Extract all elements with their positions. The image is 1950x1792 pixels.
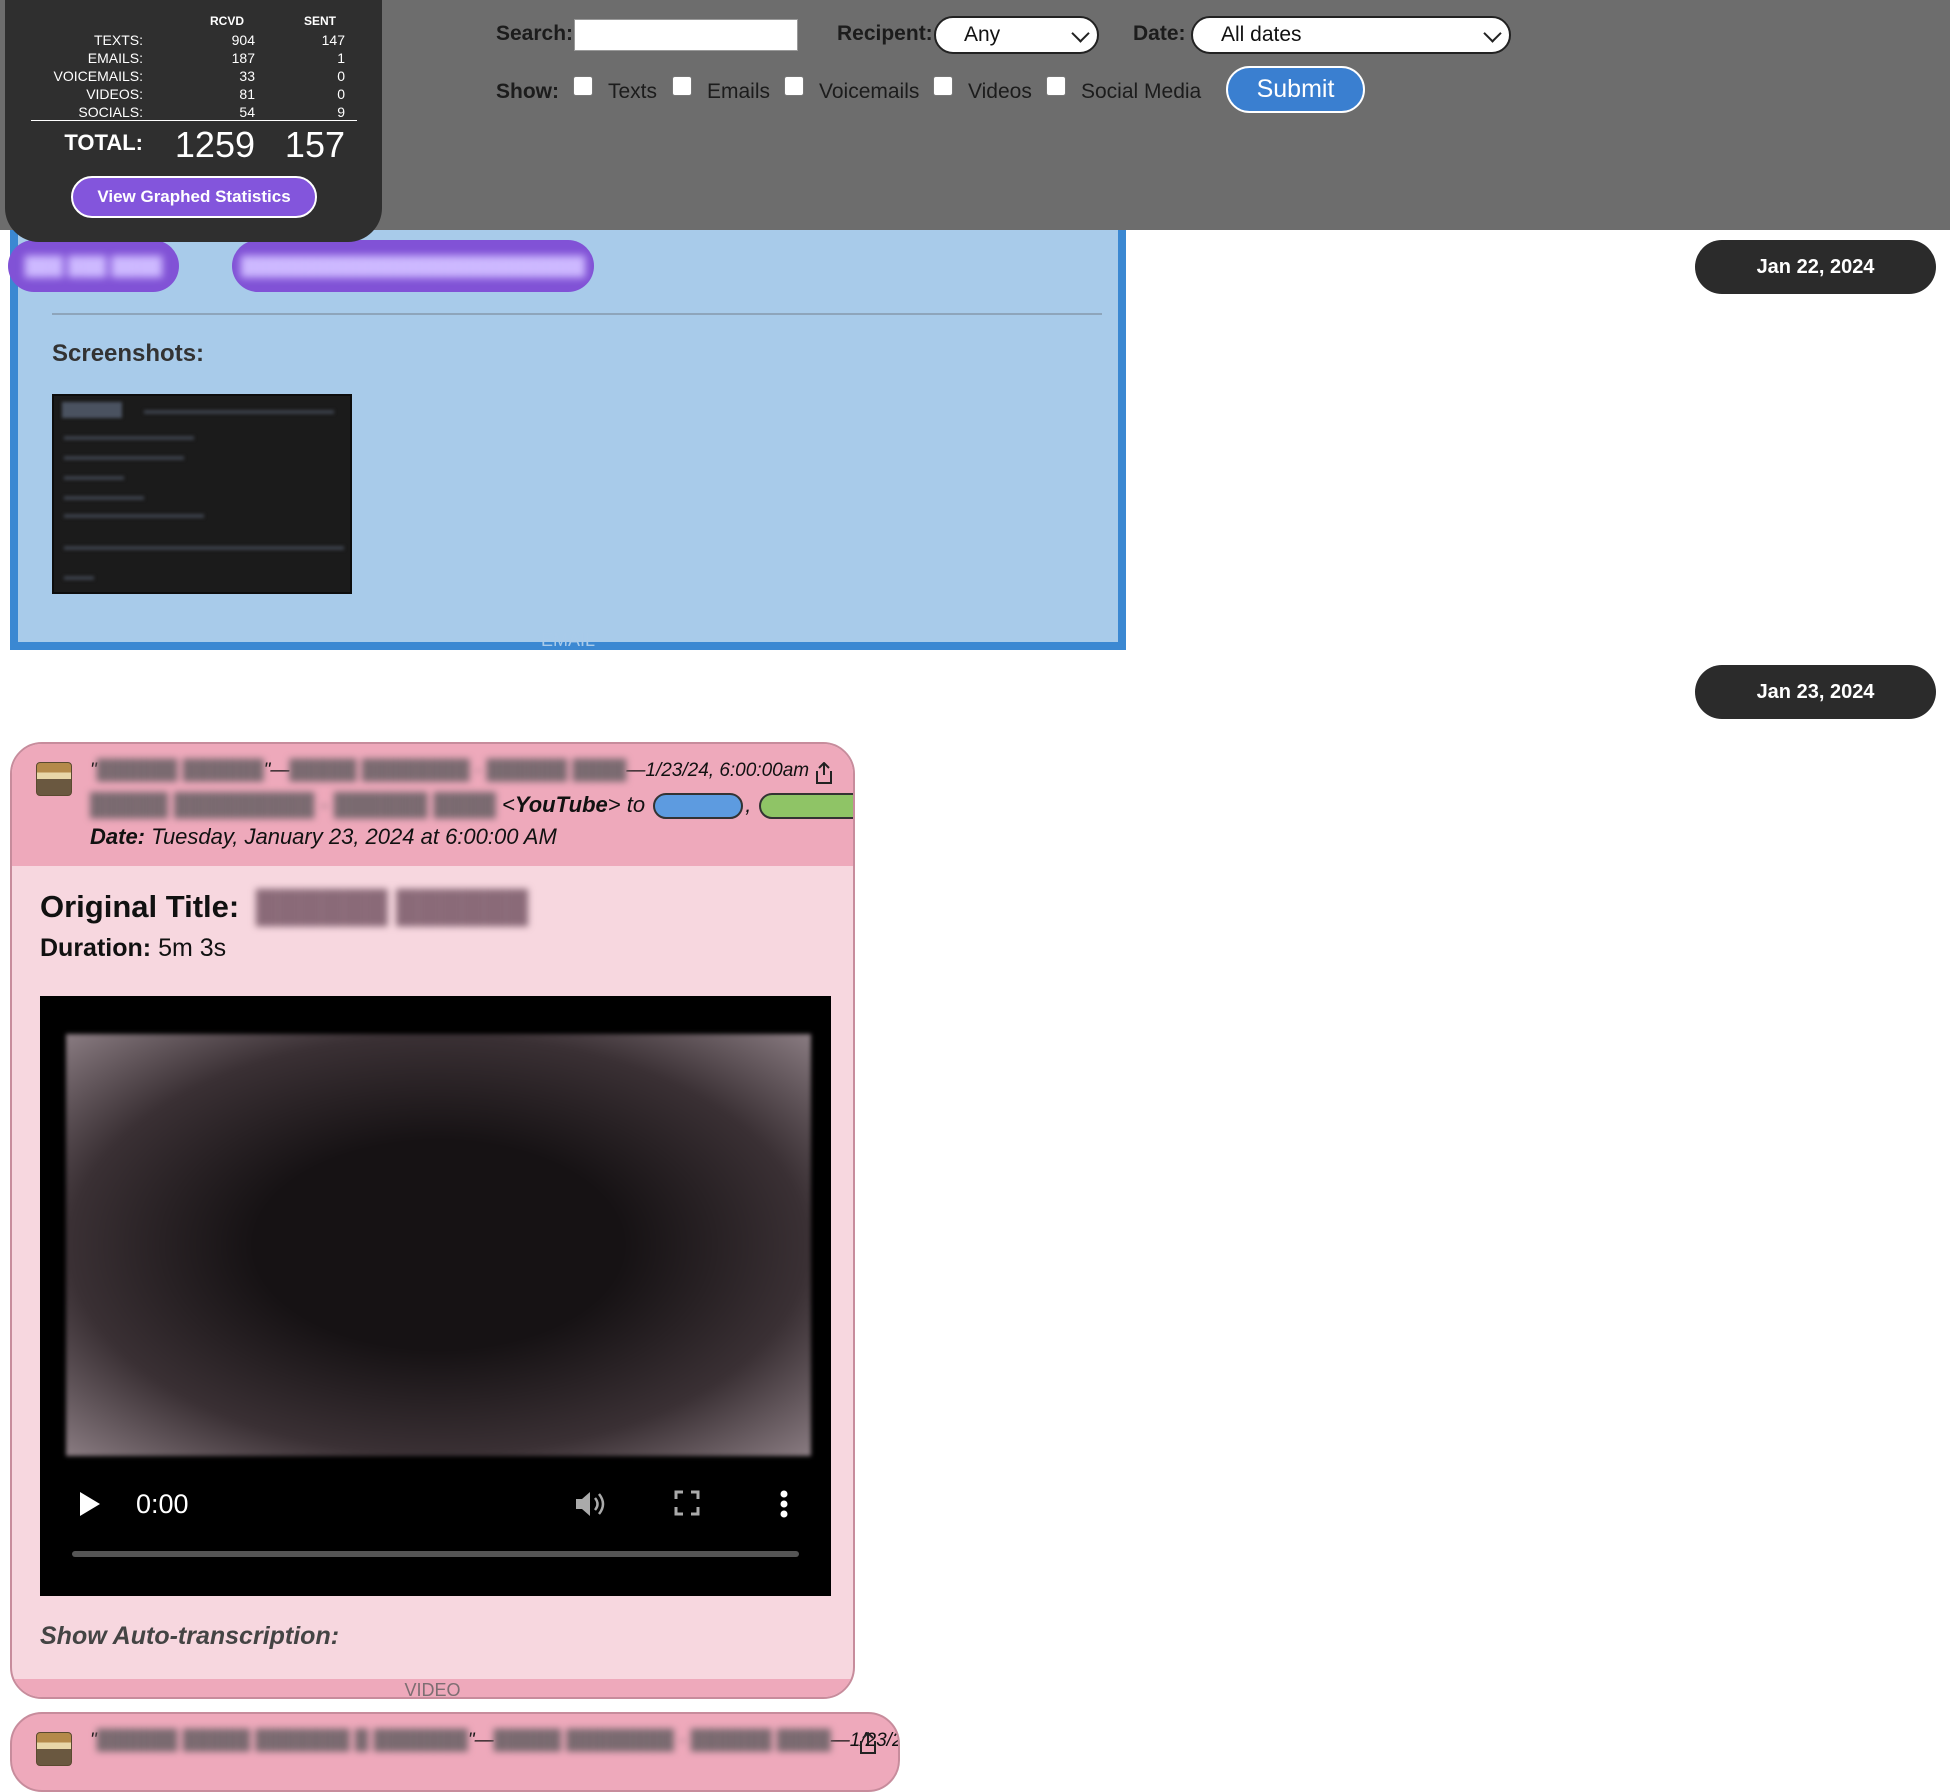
stats-row-rcvd: 33 bbox=[239, 68, 255, 84]
stats-row-sent: 0 bbox=[337, 86, 345, 102]
stats-row-rcvd: 81 bbox=[239, 86, 255, 102]
stats-row-label: EMAILS: bbox=[87, 50, 143, 66]
play-icon[interactable] bbox=[80, 1492, 100, 1516]
redacted-text: ██████ ██████ bbox=[255, 889, 529, 924]
redacted-text: ██████ █████ ███████ █ ███████ bbox=[96, 1730, 468, 1751]
stats-total-label: TOTAL: bbox=[64, 130, 143, 155]
redacted-text: ███████████████████████████ bbox=[240, 256, 586, 276]
video-date-label: Date: bbox=[90, 824, 146, 849]
stats-row-sent: 1 bbox=[337, 50, 345, 66]
submit-button[interactable]: Submit bbox=[1226, 66, 1365, 113]
show-voicemails-checkbox[interactable] bbox=[784, 76, 804, 96]
stats-total-rcvd: 1259 bbox=[174, 124, 255, 165]
show-voicemails-label[interactable]: Voicemails bbox=[819, 80, 919, 104]
original-title-label: Original Title: bbox=[40, 889, 240, 924]
recipient-tag[interactable] bbox=[759, 793, 853, 820]
screenshots-heading: Screenshots: bbox=[52, 340, 205, 367]
search-input[interactable] bbox=[574, 19, 798, 51]
video-title-line: "██████ ██████"—█████ ████████ - ██████ … bbox=[90, 760, 810, 781]
show-videos-label[interactable]: Videos bbox=[968, 80, 1032, 104]
email-card: ███ ███ ████ ███████████████████████████… bbox=[8, 229, 1126, 650]
redacted-text: █████ ████████ - ██████ ████ bbox=[289, 760, 627, 781]
screenshot-thumbnail[interactable] bbox=[52, 394, 352, 594]
chevron-down-icon bbox=[1071, 24, 1090, 43]
date-select-value: All dates bbox=[1221, 23, 1302, 46]
redacted-text: █████ █████████ - ██████ ████ bbox=[90, 792, 496, 817]
recipient-select-value: Any bbox=[964, 23, 1001, 46]
duration-value: 5m 3s bbox=[158, 934, 227, 962]
show-videos-checkbox[interactable] bbox=[933, 76, 953, 96]
date-label: Date: bbox=[1133, 22, 1186, 45]
chevron-down-icon bbox=[1483, 24, 1502, 43]
recipient-select[interactable]: Any bbox=[934, 16, 1099, 54]
original-title: Original Title: ██████ ██████ bbox=[40, 889, 528, 925]
stats-row-rcvd: 187 bbox=[231, 50, 255, 66]
stats-row-rcvd: 54 bbox=[239, 104, 255, 120]
stats-divider bbox=[31, 120, 357, 121]
video-time: 0:00 bbox=[136, 1489, 189, 1519]
recipient-chip[interactable]: ███████████████████████████ bbox=[232, 240, 594, 292]
share-icon[interactable] bbox=[814, 762, 834, 784]
fullscreen-icon[interactable] bbox=[674, 1490, 700, 1516]
film-icon bbox=[36, 1732, 72, 1766]
film-icon bbox=[36, 762, 72, 796]
duration: Duration: 5m 3s bbox=[40, 934, 226, 963]
date-divider-pill: Jan 22, 2024 bbox=[1695, 240, 1936, 294]
more-options-icon[interactable] bbox=[780, 1490, 788, 1518]
share-icon[interactable] bbox=[858, 1732, 878, 1754]
video-to-text: to bbox=[626, 792, 646, 817]
video-card: "██████ █████ ███████ █ ███████"—█████ █… bbox=[10, 1712, 900, 1792]
show-texts-checkbox[interactable] bbox=[573, 76, 593, 96]
duration-label: Duration: bbox=[40, 934, 152, 962]
search-label: Search: bbox=[496, 22, 574, 45]
show-auto-transcription-toggle[interactable]: Show Auto-transcription: bbox=[40, 1622, 339, 1651]
recipient-tag[interactable] bbox=[653, 793, 744, 820]
show-label: Show: bbox=[496, 80, 559, 103]
video-frame[interactable] bbox=[66, 1034, 811, 1456]
email-divider bbox=[52, 313, 1102, 315]
item-type-label: EMAIL bbox=[540, 630, 596, 650]
show-emails-label[interactable]: Emails bbox=[707, 80, 770, 104]
date-select[interactable]: All dates bbox=[1191, 16, 1511, 54]
video-player[interactable]: 0:00 bbox=[40, 996, 831, 1596]
stats-row-label: SOCIALS: bbox=[78, 104, 143, 120]
stats-row-sent: 9 bbox=[337, 104, 345, 120]
redacted-text: ██████ ██████ bbox=[96, 760, 264, 781]
stats-col-rcvd: RCVD bbox=[210, 14, 245, 28]
stats-row-label: TEXTS: bbox=[93, 32, 143, 48]
show-social-media-checkbox[interactable] bbox=[1046, 76, 1066, 96]
video-card-header: "██████ ██████"—█████ ████████ - ██████ … bbox=[12, 744, 853, 866]
redacted-text: █████ ████████ - ██████ ████ bbox=[493, 1730, 831, 1751]
stats-row-rcvd: 904 bbox=[231, 32, 255, 48]
video-date-value: Tuesday, January 23, 2024 at 6:00:00 AM bbox=[151, 824, 557, 849]
stats-panel: RCVD SENT TEXTS: 904 147 EMAILS: 187 1 V… bbox=[5, 0, 382, 242]
recipient-chip[interactable]: ███ ███ ████ bbox=[8, 240, 179, 292]
video-timestamp: —1/23/24, 6:00:00am bbox=[626, 760, 810, 781]
item-type-label: VIDEO bbox=[12, 1679, 853, 1697]
view-graphed-statistics-button[interactable]: View Graphed Statistics bbox=[71, 176, 317, 218]
stats-row-label: VOICEMAILS: bbox=[53, 68, 143, 84]
redacted-text: ███ ███ ████ bbox=[24, 256, 163, 276]
seek-bar[interactable] bbox=[72, 1551, 799, 1557]
stats-col-sent: SENT bbox=[304, 14, 337, 28]
video-source-line: █████ █████████ - ██████ ████ <YouTube> … bbox=[90, 792, 853, 820]
video-source-name: YouTube bbox=[514, 792, 608, 817]
video-date-line: Date: Tuesday, January 23, 2024 at 6:00:… bbox=[90, 824, 557, 850]
stats-row-sent: 0 bbox=[337, 68, 345, 84]
show-texts-label[interactable]: Texts bbox=[608, 80, 657, 104]
video-title-line: "██████ █████ ███████ █ ███████"—█████ █… bbox=[90, 1730, 898, 1752]
recipient-label: Recipent: bbox=[837, 22, 933, 45]
show-social-media-label[interactable]: Social Media bbox=[1081, 80, 1201, 104]
stats-row-label: VIDEOS: bbox=[86, 86, 143, 102]
stats-row-sent: 147 bbox=[321, 32, 345, 48]
volume-icon[interactable] bbox=[574, 1489, 608, 1519]
show-emails-checkbox[interactable] bbox=[672, 76, 692, 96]
stats-total-sent: 157 bbox=[284, 124, 345, 165]
video-card: "██████ ██████"—█████ ████████ - ██████ … bbox=[10, 742, 855, 1699]
date-divider-pill: Jan 23, 2024 bbox=[1695, 665, 1936, 719]
